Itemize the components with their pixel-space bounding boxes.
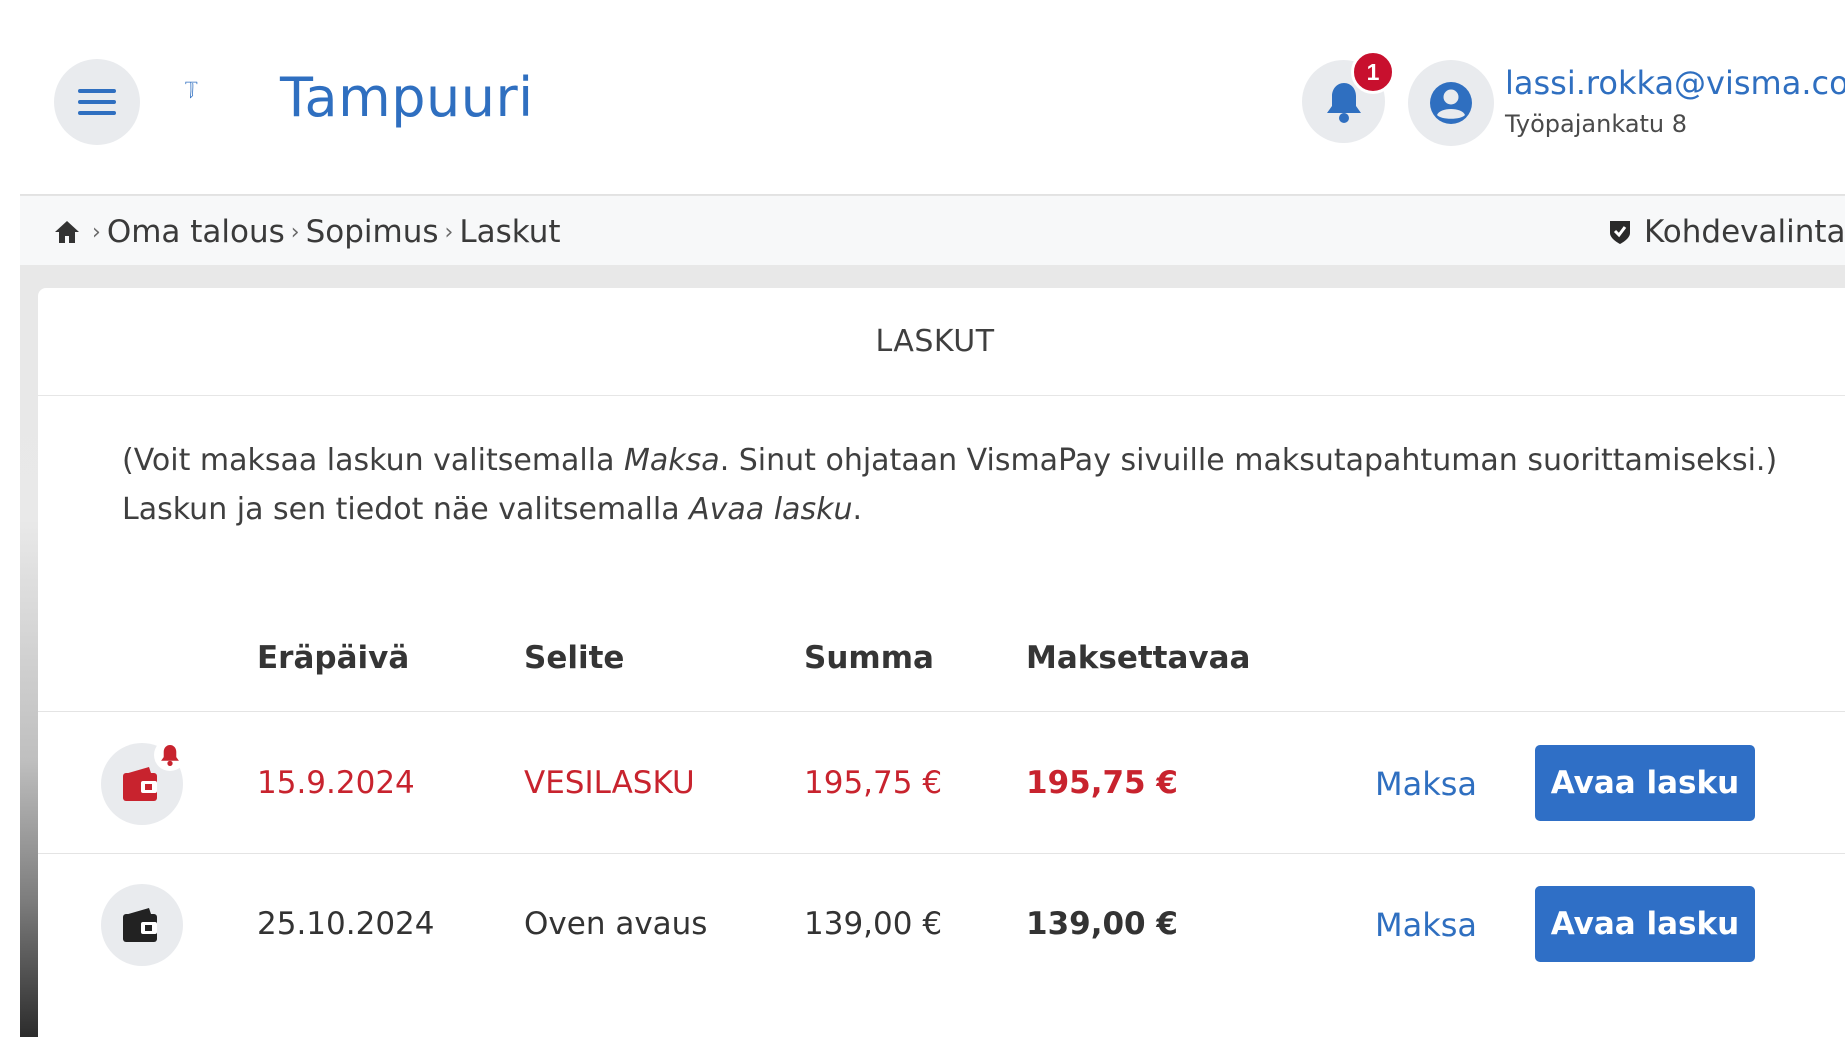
breadcrumb-item-laskut: Laskut — [459, 214, 561, 250]
info-line-1-text-end: . Sinut ohjataan VismaPay sivuille maksu… — [719, 443, 1778, 478]
amount: 139,00 € — [804, 906, 943, 942]
table-divider — [38, 853, 1845, 854]
column-header-due-date[interactable]: Eräpäivä — [257, 640, 409, 676]
card-header: LASKUT — [38, 288, 1845, 396]
bell-icon — [161, 745, 179, 766]
table-divider — [38, 711, 1845, 712]
info-line-2-text-end: . — [852, 492, 863, 527]
app-header: Tampuuri 1 lassi.rokka@visma.com Työpaja… — [20, 0, 1845, 195]
user-circle-icon — [1430, 82, 1472, 124]
user-address: Työpajankatu 8 — [1505, 110, 1688, 138]
info-line-2-emphasis: Avaa lasku — [689, 492, 853, 527]
target-selection-label: Kohdevalinta — [1644, 214, 1845, 250]
info-line-2: Laskun ja sen tiedot näe valitsemalla Av… — [122, 485, 1822, 534]
breadcrumb-bar: › Oma talous › Sopimus › Laskut Kohdeval… — [20, 195, 1845, 265]
notification-count-badge: 1 — [1351, 50, 1395, 94]
menu-button[interactable] — [54, 59, 140, 145]
user-menu-button[interactable] — [1408, 60, 1494, 146]
info-line-1-emphasis: Maksa — [624, 443, 720, 478]
invoices-card: LASKUT (Voit maksaa laskun valitsemalla … — [38, 288, 1845, 1037]
pay-link[interactable]: Maksa — [1375, 906, 1477, 944]
pay-link[interactable]: Maksa — [1375, 765, 1477, 803]
breadcrumb-separator: › — [290, 219, 300, 245]
breadcrumb-item-sopimus[interactable]: Sopimus — [306, 214, 439, 250]
column-header-description[interactable]: Selite — [524, 640, 624, 676]
breadcrumb-separator: › — [92, 219, 101, 245]
info-line-2-text: Laskun ja sen tiedot näe valitsemalla — [122, 492, 690, 527]
tampuuri-logo-mark — [185, 81, 198, 99]
wallet-icon — [123, 908, 157, 942]
card-title: LASKUT — [875, 324, 995, 359]
description: Oven avaus — [524, 906, 708, 942]
user-email[interactable]: lassi.rokka@visma.com — [1505, 64, 1845, 102]
payable: 139,00 € — [1026, 906, 1178, 942]
shield-check-icon — [1610, 221, 1630, 244]
breadcrumb-item-oma-talous[interactable]: Oma talous — [107, 214, 285, 250]
page: Tampuuri 1 lassi.rokka@visma.com Työpaja… — [20, 0, 1845, 1037]
column-header-amount[interactable]: Summa — [804, 640, 934, 676]
due-date: 25.10.2024 — [257, 906, 435, 942]
open-invoice-button[interactable]: Avaa lasku — [1535, 745, 1755, 821]
due-date: 15.9.2024 — [257, 765, 415, 801]
info-line-1-text: (Voit maksaa laskun valitsemalla — [122, 443, 625, 478]
description: VESILASKU — [524, 765, 695, 801]
invoice-status-icon — [101, 884, 183, 966]
breadcrumb: › Oma talous › Sopimus › Laskut — [54, 214, 561, 250]
payable: 195,75 € — [1026, 765, 1178, 801]
wallet-icon — [123, 767, 157, 801]
overdue-bell-badge — [154, 739, 186, 771]
breadcrumb-separator: › — [444, 219, 454, 245]
info-line-1: (Voit maksaa laskun valitsemalla Maksa. … — [122, 436, 1822, 485]
hamburger-icon — [78, 89, 116, 115]
target-selection-button[interactable]: Kohdevalinta — [1608, 214, 1845, 250]
amount: 195,75 € — [804, 765, 943, 801]
home-icon[interactable] — [54, 220, 80, 244]
app-name[interactable]: Tampuuri — [280, 66, 534, 129]
invoice-status-icon — [101, 739, 186, 825]
info-text: (Voit maksaa laskun valitsemalla Maksa. … — [122, 436, 1822, 534]
column-header-payable[interactable]: Maksettavaa — [1026, 640, 1250, 676]
open-invoice-button[interactable]: Avaa lasku — [1535, 886, 1755, 962]
